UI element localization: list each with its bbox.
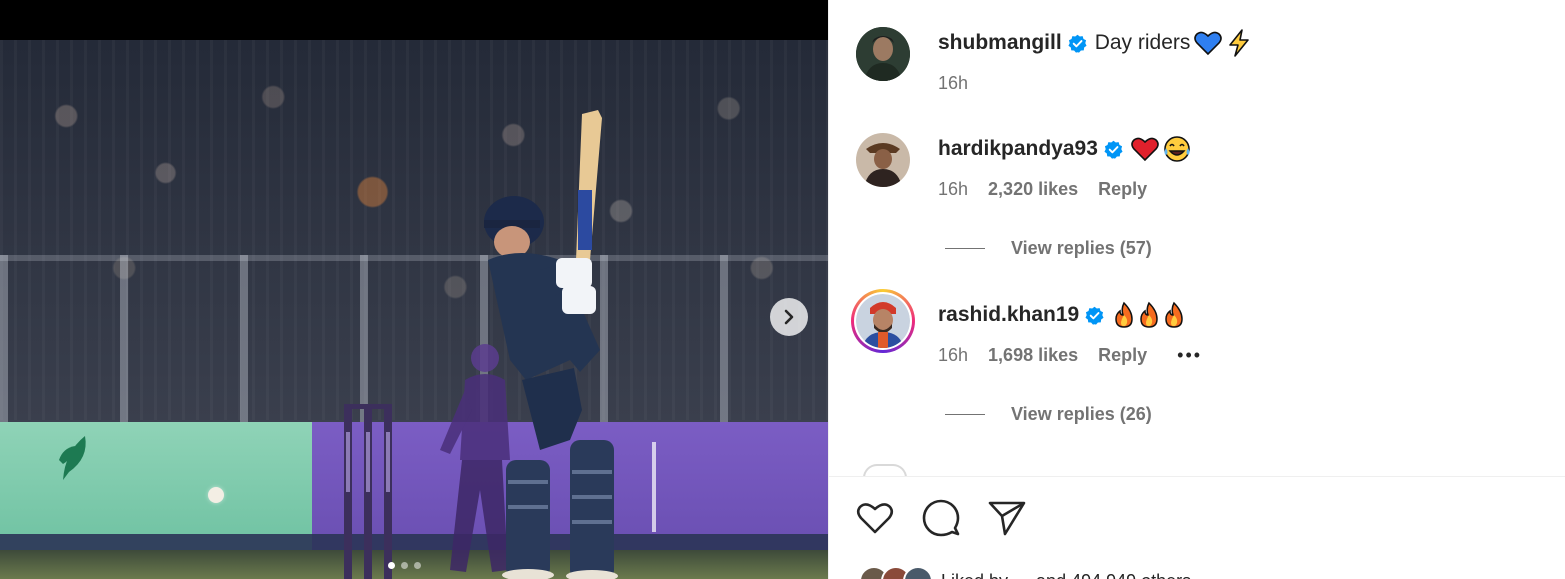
comments-panel: shubmangill Day riders 16h hardikpandya9… (828, 0, 1565, 579)
comment-time[interactable]: 16h (938, 345, 968, 366)
carousel-dot-active (388, 562, 395, 569)
leaf-logo-icon (59, 436, 86, 480)
comment-icon (922, 499, 960, 537)
view-replies-label: View replies (57) (1011, 238, 1152, 258)
carousel-dot (414, 562, 421, 569)
send-icon (988, 501, 1026, 536)
caption-body: shubmangill Day riders 16h (938, 27, 1252, 94)
avatar[interactable] (856, 133, 910, 187)
caption-text: Day riders (1094, 31, 1191, 54)
replies-rule (945, 248, 985, 249)
fire-icon (1115, 301, 1133, 328)
caption-time[interactable]: 16h (938, 73, 968, 94)
reply-button[interactable]: Reply (1098, 179, 1147, 200)
comment-time[interactable]: 16h (938, 179, 968, 200)
avatar-photo (856, 133, 910, 187)
reply-button[interactable]: Reply (1098, 345, 1147, 366)
verified-badge-icon (1085, 306, 1104, 325)
batsman-figure (484, 110, 618, 579)
avatar (903, 566, 933, 579)
avatar[interactable] (856, 27, 910, 81)
comment-row: hardikpandya93 16h 2,320 likes Reply (856, 133, 1191, 200)
comment-likes[interactable]: 2,320 likes (988, 179, 1078, 200)
carousel-dot (401, 562, 408, 569)
avatar-ring-gap (854, 292, 912, 350)
cricket-ball (208, 487, 224, 503)
lightning-icon (1229, 29, 1250, 57)
caption-meta: 16h (938, 73, 1252, 94)
comment-likes[interactable]: 1,698 likes (988, 345, 1078, 366)
comment-emojis (1112, 301, 1187, 329)
like-button[interactable] (855, 498, 895, 538)
avatar-photo (856, 294, 910, 348)
comment-emojis (1131, 135, 1191, 163)
blue-heart-icon (1194, 31, 1223, 56)
comment-body: rashid.khan19 16h 1,698 likes Reply ••• (938, 294, 1222, 366)
stadium-fence (0, 255, 828, 425)
comment-username[interactable]: hardikpandya93 (938, 135, 1098, 163)
comment-line: rashid.khan19 (938, 301, 1222, 329)
comment-row: rashid.khan19 16h 1,698 likes Reply ••• (851, 289, 1222, 366)
caption-text-wrap: Day riders (1095, 29, 1253, 57)
comment-meta: 16h 1,698 likes Reply ••• (938, 345, 1222, 366)
carousel-next-button[interactable] (770, 298, 808, 336)
comment-username[interactable]: rashid.khan19 (938, 301, 1079, 329)
post-media[interactable] (0, 0, 828, 579)
avatar-photo (856, 27, 910, 81)
share-button[interactable] (987, 498, 1027, 538)
comment-body: hardikpandya93 16h 2,320 likes Reply (938, 133, 1191, 200)
heart-icon (856, 503, 894, 534)
ad-divider (652, 442, 656, 532)
comment-meta: 16h 2,320 likes Reply (938, 179, 1191, 200)
caption-username[interactable]: shubmangill (938, 29, 1062, 57)
comments-list[interactable]: shubmangill Day riders 16h hardikpandya9… (829, 0, 1565, 476)
post-actions (855, 498, 1027, 538)
verified-badge-icon (1068, 34, 1087, 53)
liked-by-text: Liked by … and 494,949 others (941, 571, 1191, 579)
caption-row: shubmangill Day riders 16h (856, 27, 1252, 94)
comment-line: hardikpandya93 (938, 135, 1191, 163)
stumps (344, 404, 392, 579)
replies-rule (945, 414, 985, 415)
liked-by-row[interactable]: Liked by … and 494,949 others (859, 566, 1191, 579)
avatar[interactable] (863, 464, 907, 476)
chevron-right-icon (784, 309, 794, 325)
comment-button[interactable] (921, 498, 961, 538)
view-replies-button[interactable]: View replies (57) (945, 238, 1152, 259)
red-heart-icon (1131, 137, 1159, 162)
post-photo (0, 40, 828, 579)
avatar-story-ring[interactable] (851, 289, 915, 353)
more-options-button[interactable]: ••• (1177, 345, 1202, 366)
caption-line: shubmangill Day riders (938, 29, 1252, 57)
view-replies-label: View replies (26) (1011, 404, 1152, 424)
carousel-indicator (388, 562, 421, 569)
tears-of-joy-icon (1164, 136, 1190, 162)
actions-divider (829, 476, 1565, 477)
fire-icon (1140, 301, 1158, 328)
verified-badge-icon (1104, 140, 1123, 159)
media-letterbox (0, 0, 828, 40)
fire-icon (1165, 301, 1183, 328)
view-replies-button[interactable]: View replies (26) (945, 404, 1152, 425)
ad-board-green (0, 422, 312, 550)
